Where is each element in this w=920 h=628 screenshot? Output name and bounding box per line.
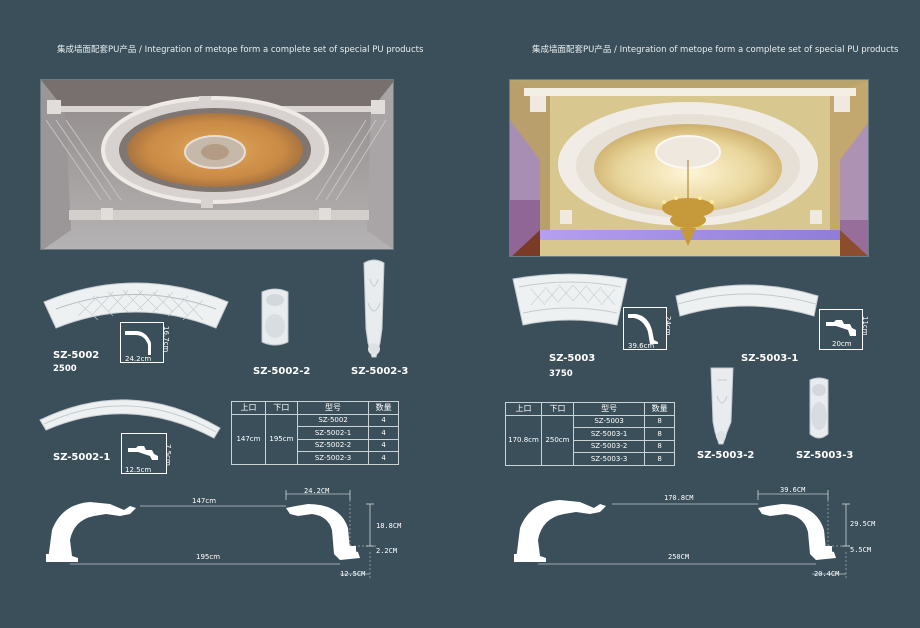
product-code-sz-5003-3: SZ-5003-3 [796, 450, 854, 461]
profile-width-sz-5002-1: 12.5cm [125, 466, 152, 474]
dim-foot-h-left: 2.2CM [376, 547, 398, 555]
cell-model: SZ-5002 [296, 413, 370, 427]
product-sz-5003-image [512, 273, 628, 326]
cell-qty: 8 [644, 439, 675, 453]
dim-width-right: 39.6CM [780, 486, 806, 494]
page-header-right: 集成墙面配套PU产品 / Integration of metope form … [532, 45, 899, 55]
profile-height-sz-5003-1: 11cm [861, 316, 869, 336]
profile-height-sz-5002: 16.7cm [162, 326, 170, 353]
page-header-left: 集成墙面配套PU产品 / Integration of metope form … [57, 45, 424, 55]
ceiling-photo-right [509, 79, 869, 257]
dim-foot-w-left: 12.5CM [340, 570, 366, 578]
cell-qty: 4 [368, 438, 399, 452]
th-top: 上口 [505, 402, 542, 416]
dim-top-span-right: 170.8CM [664, 494, 694, 502]
product-code-sz-5002: SZ-5002 [53, 350, 100, 361]
profile-width-sz-5003-1: 20cm [832, 340, 852, 348]
th-qty: 数量 [644, 402, 675, 416]
profile-height-sz-5003: 24cm [664, 316, 672, 336]
th-top: 上口 [231, 401, 266, 415]
product-sz-5003-1-image [675, 284, 819, 317]
ceiling-photo-left [40, 79, 394, 250]
profile-width-sz-5002: 24.2cm [125, 355, 152, 363]
product-sz-5003-2-image [710, 367, 734, 445]
th-bottom: 下口 [540, 402, 574, 416]
cell-top-size: 147cm [231, 413, 266, 465]
th-qty: 数量 [368, 401, 399, 415]
product-code-sz-5002-1: SZ-5002-1 [53, 452, 111, 463]
dim-foot-h-right: 5.5CM [850, 546, 872, 554]
dim-foot-w-right: 20.4CM [814, 570, 840, 578]
cell-qty: 4 [368, 426, 399, 440]
cell-model: SZ-5002-3 [296, 451, 370, 465]
dim-top-span-left: 147cm [192, 497, 217, 505]
profile-width-sz-5003: 39.6cm [628, 342, 655, 350]
th-model: 型号 [572, 402, 646, 416]
product-code-sz-5002-2: SZ-5002-2 [253, 366, 311, 377]
spec-table-left: 上口 下口 型号 数量 147cm 195cm SZ-5002 4 SZ-500… [231, 401, 399, 465]
cell-qty: 8 [644, 414, 675, 428]
cell-model: SZ-5002-1 [296, 426, 370, 440]
cell-bottom-size: 195cm [264, 413, 298, 465]
cell-qty: 8 [644, 427, 675, 441]
dim-bottom-span-right: 250CM [668, 553, 690, 561]
product-code-sz-5003: SZ-5003 [549, 353, 596, 364]
product-sub-3750: 3750 [549, 369, 573, 379]
dim-width-left: 24.2CM [304, 487, 330, 495]
dim-height-left: 18.8CM [376, 522, 402, 530]
product-sz-5002-2-image [261, 288, 289, 346]
cell-model: SZ-5003-3 [572, 452, 646, 466]
product-sz-5003-3-image [809, 377, 829, 439]
cell-model: SZ-5003-1 [572, 427, 646, 441]
spec-table-right: 上口 下口 型号 数量 170.8cm 250cm SZ-5003 8 SZ-5… [505, 402, 675, 466]
product-code-sz-5003-1: SZ-5003-1 [741, 353, 799, 364]
th-bottom: 下口 [264, 401, 298, 415]
cell-qty: 4 [368, 451, 399, 465]
product-sz-5002-3-image [363, 259, 385, 358]
cell-model: SZ-5003 [572, 414, 646, 428]
product-code-sz-5003-2: SZ-5003-2 [697, 450, 755, 461]
cell-model: SZ-5002-2 [296, 438, 370, 452]
cell-qty: 4 [368, 413, 399, 427]
cell-qty: 8 [644, 452, 675, 466]
cell-model: SZ-5003-2 [572, 439, 646, 453]
dim-height-right: 29.5CM [850, 520, 876, 528]
th-model: 型号 [296, 401, 370, 415]
product-code-sz-5002-3: SZ-5002-3 [351, 366, 409, 377]
product-sub-2500: 2500 [53, 364, 77, 374]
cell-top-size: 170.8cm [505, 414, 542, 466]
cell-bottom-size: 250cm [540, 414, 574, 466]
profile-height-sz-5002-1: 7.5cm [164, 444, 172, 466]
dim-bottom-span-left: 195cm [196, 553, 221, 561]
